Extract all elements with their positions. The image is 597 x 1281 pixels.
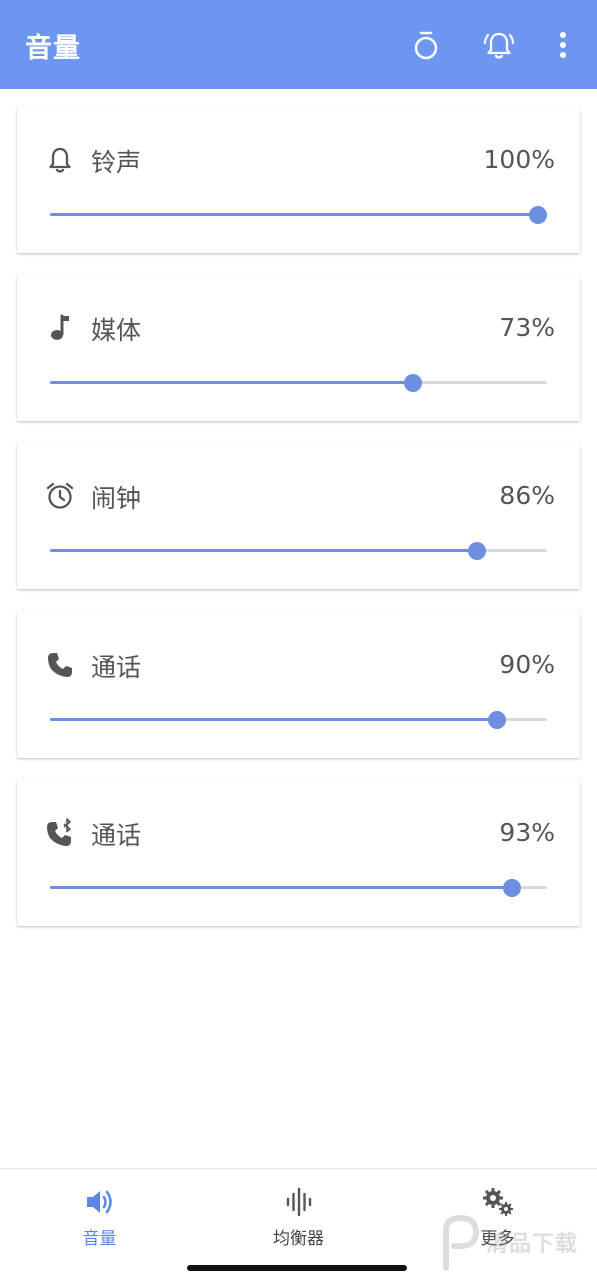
alarm-bell-icon[interactable] <box>482 28 516 62</box>
volume-percent: 86% <box>499 481 555 510</box>
slider-fill <box>50 886 512 889</box>
volume-label: 闹钟 <box>91 484 142 513</box>
volume-label: 通话 <box>91 653 142 682</box>
more-vert-icon[interactable] <box>546 28 580 62</box>
app-bar: 音量 <box>0 0 597 89</box>
phone-icon <box>45 650 75 680</box>
volume-slider[interactable] <box>50 710 547 730</box>
slider-thumb[interactable] <box>529 206 547 224</box>
slider-fill <box>50 213 547 216</box>
equalizer-icon <box>282 1186 316 1218</box>
volume-slider[interactable] <box>50 373 547 393</box>
bluetooth-phone-icon <box>45 818 75 848</box>
volume-percent: 100% <box>483 145 555 174</box>
volume-label: 媒体 <box>91 316 142 345</box>
volume-card-alarm: 闹钟 86% <box>17 443 580 589</box>
volume-percent: 73% <box>499 313 555 342</box>
page-title: 音量 <box>25 33 81 64</box>
slider-thumb[interactable] <box>488 711 506 729</box>
volume-slider[interactable] <box>50 541 547 561</box>
volume-label: 通话 <box>91 821 142 850</box>
slider-thumb[interactable] <box>503 879 521 897</box>
volume-card-bluetooth-call: 通话 93% <box>17 780 580 926</box>
volume-card-call: 通话 90% <box>17 612 580 758</box>
slider-thumb[interactable] <box>468 542 486 560</box>
nav-item-volume[interactable]: 音量 <box>0 1169 199 1281</box>
watermark-text: 清品下载 <box>486 1232 579 1257</box>
slider-fill <box>50 718 497 721</box>
volume-slider[interactable] <box>50 878 547 898</box>
timer-icon[interactable] <box>409 28 443 62</box>
home-indicator <box>187 1265 407 1271</box>
watermark-logo: 清品下载 <box>438 1212 588 1276</box>
volume-card-ringtone: 铃声 100% <box>17 107 580 253</box>
slider-fill <box>50 381 413 384</box>
volume-label: 铃声 <box>91 148 142 177</box>
alarm-clock-icon <box>45 481 75 511</box>
bell-icon <box>45 145 75 175</box>
slider-thumb[interactable] <box>404 374 422 392</box>
volume-percent: 93% <box>499 818 555 847</box>
slider-fill <box>50 549 477 552</box>
nav-label: 音量 <box>82 1229 117 1249</box>
volume-icon <box>83 1186 117 1218</box>
nav-label: 均衡器 <box>273 1229 324 1249</box>
volume-card-media: 媒体 73% <box>17 275 580 421</box>
volume-slider[interactable] <box>50 205 547 225</box>
volume-percent: 90% <box>499 650 555 679</box>
music-note-icon <box>45 313 75 343</box>
